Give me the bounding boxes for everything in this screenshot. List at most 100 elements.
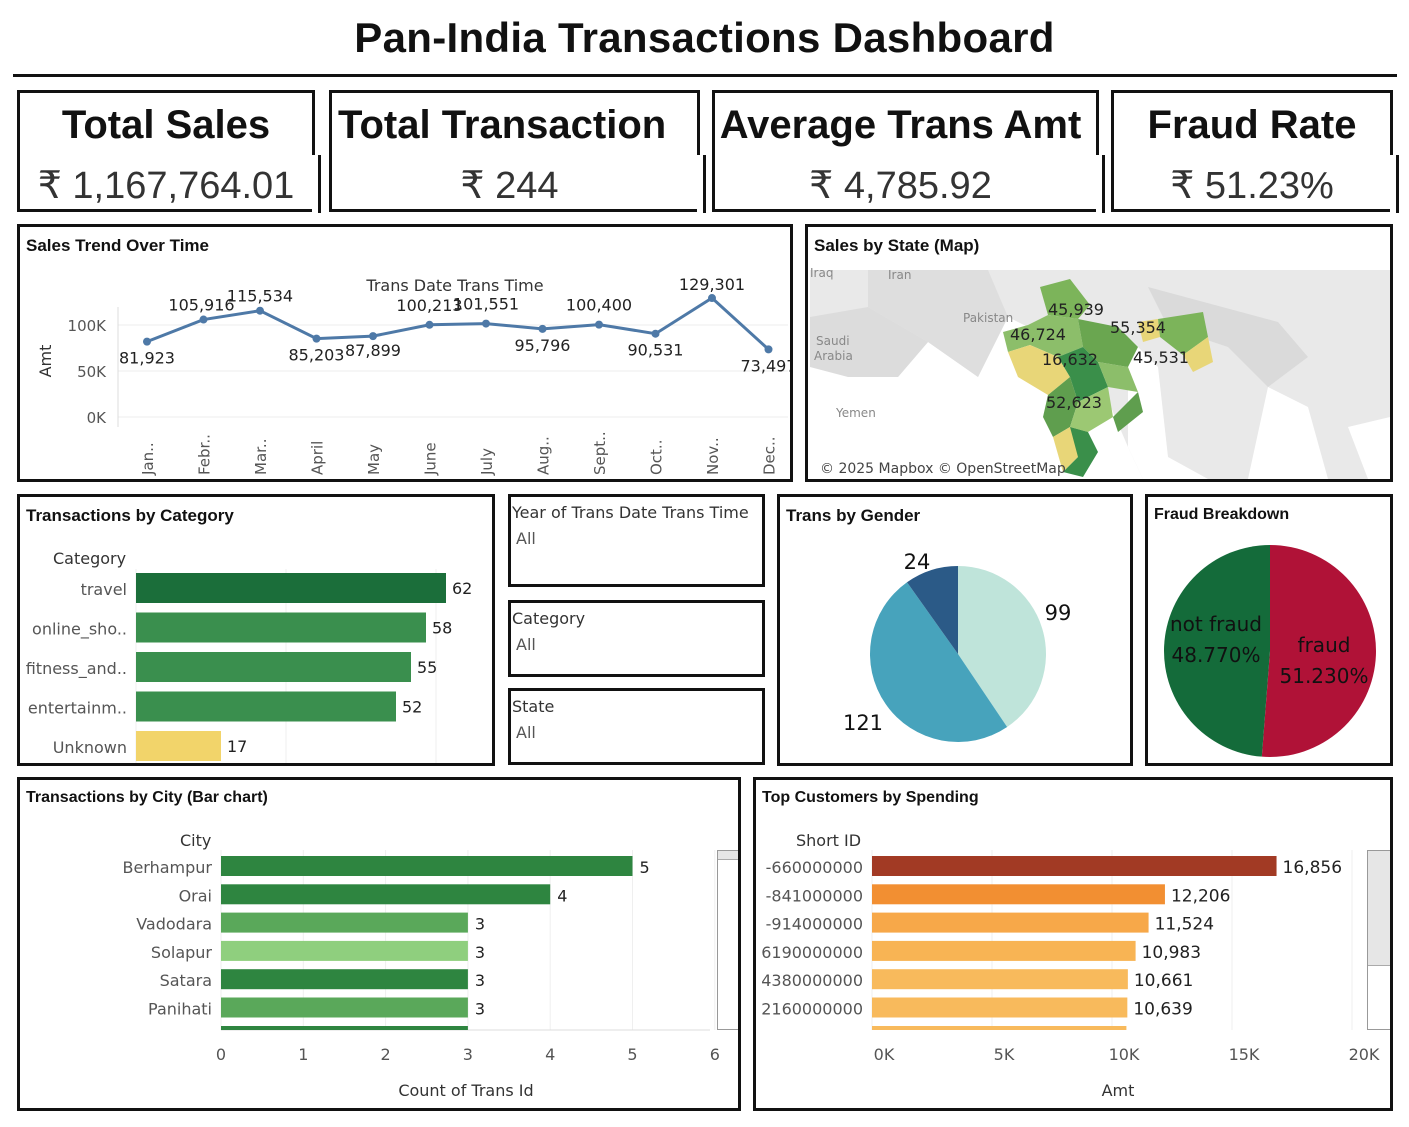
title-divider [13,74,1397,77]
category-bar [136,731,221,761]
city-label: Solapur [151,943,212,962]
x-tick-label: Jan.. [139,442,157,476]
kpi-value: ₹ 244 [460,165,559,207]
bar-value-label: 10,661 [1134,971,1193,991]
filter-label: State [512,697,555,716]
slice-label: 99 [1045,601,1072,625]
kpi-average-trans-amt[interactable]: Average Trans Amt ₹ 4,785.92 [712,90,1105,213]
trend-point [312,334,321,343]
data-label: 95,796 [515,336,571,355]
city-bar [221,997,468,1018]
category-bar-chart[interactable]: Category travel 62 online_sho.. 58 fitness_a… [20,497,492,763]
fraud-panel: Fraud Breakdown fraud 51.230% not fraud 48.… [1145,494,1393,766]
sales-trend-panel: Sales Trend Over Time Trans Date Trans T… [17,224,793,482]
x-tick-label: 10K [1109,1045,1140,1064]
city-bar [221,912,468,933]
city-label: Panihati [148,1000,212,1019]
scroll-thumb[interactable] [718,851,738,860]
trend-point [538,324,547,333]
customer-bar-chart[interactable]: Short ID Amt 0K 5K 10K 15K 20K -660000000 16,8… [756,780,1390,1108]
trend-point [256,306,264,315]
india-sales-map[interactable]: Iraq Iran Saudi Arabia Pakistan Yemen 45… [808,227,1390,479]
city-label: Berhampur [122,858,212,877]
customer-id-label: 4380000000 [761,971,863,990]
state-value-label: 55,354 [1110,318,1166,337]
trend-point [425,320,434,329]
x-tick-label: Oct.. [648,440,666,475]
filter-state[interactable]: State All [508,688,765,765]
city-bar [221,856,633,876]
scroll-thumb[interactable] [1368,851,1390,966]
bar-value-label: 3 [475,943,485,962]
kpi-total-sales[interactable]: Total Sales ₹ 1,167,764.01 [17,90,321,213]
data-label: 90,531 [628,341,684,360]
y-tick-label: 100K [68,317,108,335]
bar-value-label: 3 [475,1000,485,1019]
kpi-total-transaction[interactable]: Total Transaction ₹ 244 [329,90,706,213]
map-label-saudi: Saudi [816,334,850,348]
x-tick-label: Febr.. [196,434,214,475]
state-value-label: 45,531 [1133,348,1189,367]
y-axis-label: Amt [36,345,55,378]
x-tick-label: Nov.. [704,437,722,475]
bar-value-label: 16,856 [1283,858,1342,878]
bar-value-label: 3 [475,915,485,934]
x-tick-label: 5 [627,1045,637,1064]
slice-label: 24 [904,550,931,574]
filter-value[interactable]: All [516,723,536,742]
city-bar [221,884,551,905]
data-label: 73,497 [741,356,790,375]
kpi-value: ₹ 1,167,764.01 [37,165,295,207]
customer-bar [872,997,1128,1018]
state-value-label: 46,724 [1010,325,1066,344]
map-label-yemen: Yemen [835,406,876,420]
kpi-fraud-rate[interactable]: Fraud Rate ₹ 51.23% [1111,90,1399,213]
city-bar-chart[interactable]: City Count of Trans Id 0 1 2 3 4 5 6 Berhampur 5… [20,780,738,1108]
data-label: 87,899 [345,341,401,360]
slice-label: fraud [1298,633,1351,657]
kpi-value: ₹ 51.23% [1170,165,1334,207]
city-bar [221,940,468,961]
data-label: 115,534 [227,287,293,306]
gender-pie-chart[interactable]: 99 121 24 [780,497,1130,763]
fraud-pie-chart[interactable]: fraud 51.230% not fraud 48.770% [1148,497,1390,763]
customer-scrollbar[interactable] [1367,850,1390,1030]
y-tick-label: 50K [77,363,107,381]
gender-panel: Trans by Gender 99 121 24 [777,494,1133,766]
trend-point [595,320,603,329]
y-tick-label: 0K [87,409,108,427]
customer-panel: Top Customers by Spending Short ID Amt 0… [753,777,1393,1111]
filter-value[interactable]: All [516,635,536,654]
bar-value-label: 10,983 [1142,943,1201,963]
data-label: 105,916 [168,296,234,315]
customer-bar [872,856,1277,876]
x-tick-label: 5K [994,1045,1015,1064]
city-scrollbar[interactable] [717,850,738,1030]
x-axis-label: Count of Trans Id [398,1081,533,1100]
bar-value-label: 4 [557,886,567,905]
kpi-label: Total Sales [61,103,271,147]
x-tick-label: 0 [216,1045,226,1064]
sales-trend-chart[interactable]: Trans Date Trans Time Amt 0K 50K 100K 81,92… [20,227,790,479]
city-label: Vadodara [136,915,212,934]
category-bar [136,691,396,722]
slice-percent: 51.230% [1280,664,1369,688]
filter-year[interactable]: Year of Trans Date Trans Time All [508,494,765,587]
slice-label: 121 [843,711,883,735]
filter-value[interactable]: All [516,529,536,548]
customer-id-label: -660000000 [766,858,863,877]
customer-id-label: -841000000 [766,886,863,905]
category-bar [136,612,426,643]
x-tick-label: 1 [298,1045,308,1064]
customer-bar [872,912,1149,933]
filter-category[interactable]: Category All [508,600,765,677]
map-label-iraq: Iraq [810,266,833,280]
x-tick-label: 6 [710,1045,720,1064]
x-tick-label: July [478,448,496,476]
bar-value-label: 3 [475,971,485,990]
customer-id-label: 2160000000 [761,1000,863,1019]
customer-bar [872,940,1136,961]
customer-bar [872,884,1165,905]
slice-percent: 48.770% [1172,643,1261,667]
customer-bar [872,969,1128,990]
